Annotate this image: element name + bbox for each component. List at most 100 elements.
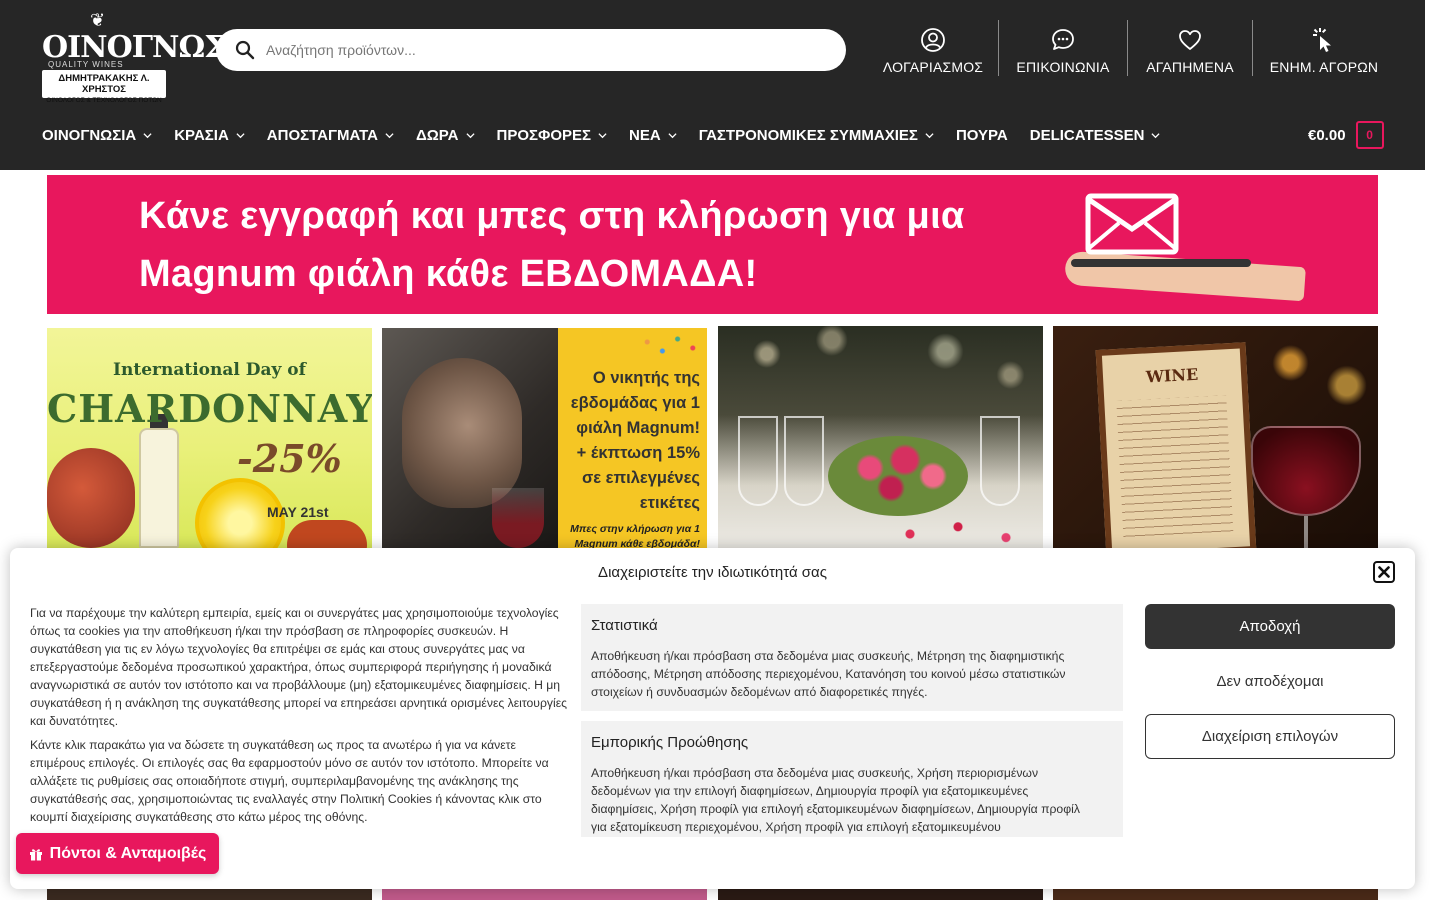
nav-item-offers[interactable]: ΠΡΟΣΦΟΡΕΣ bbox=[497, 127, 608, 144]
tile-bottom-strip bbox=[382, 888, 707, 900]
newsletter-banner[interactable]: Κάνε εγγραφή και μπες στη κλήρωση για μι… bbox=[47, 175, 1378, 314]
consent-category-statistics[interactable]: Στατιστικά Αποθήκευση ή/και πρόσβαση στα… bbox=[581, 604, 1123, 711]
promo-tile-event[interactable] bbox=[718, 326, 1043, 548]
consent-category-marketing[interactable]: Εμπορικής Προώθησης Αποθήκευση ή/και πρό… bbox=[581, 721, 1123, 837]
nav-item-gifts[interactable]: ΔΩΡΑ bbox=[416, 127, 475, 144]
order-tracking-label: ΕΝΗΜ. ΑΓΟΡΩΝ bbox=[1269, 59, 1379, 75]
nav-item-label: ΚΡΑΣΙΑ bbox=[174, 126, 229, 144]
close-button[interactable] bbox=[1373, 561, 1395, 583]
wine-glass-illustration bbox=[738, 416, 778, 506]
wishlist-label: ΑΓΑΠΗΜΕΝΑ bbox=[1146, 59, 1234, 75]
cart-count-badge: 0 bbox=[1355, 121, 1384, 149]
chevron-down-icon bbox=[598, 132, 607, 138]
gift-icon bbox=[29, 848, 42, 860]
nav-item-label: DELICATESSEN bbox=[1029, 126, 1145, 144]
category-description: Αποθήκευση ή/και πρόσβαση στα δεδομένα μ… bbox=[591, 649, 1066, 699]
grapes-icon: ❦ bbox=[90, 10, 106, 30]
tile-bottom-strip bbox=[1053, 888, 1378, 900]
nav-item-label: ΠΟΥΡΑ bbox=[955, 126, 1008, 144]
winner-line: Ο νικητής της bbox=[592, 369, 700, 387]
logo-subtitle: ΟΙΝΟΛΟΓΟΣ & ΤΕΧΝΟΛΟΓΟΣ ΠΟΤΩΝ bbox=[46, 97, 162, 104]
consent-description: Για να παρέχουμε την καλύτερη εμπειρία, … bbox=[30, 604, 570, 832]
promo-tile-weekly-winner[interactable]: Ο νικητής της εβδομάδας για 1 φιάλη Magn… bbox=[382, 328, 707, 548]
consent-paragraph: Για να παρέχουμε την καλύτερη εμπειρία, … bbox=[30, 606, 567, 728]
rewards-button[interactable]: Πόντοι & Ανταμοιβές bbox=[16, 833, 219, 874]
winner-line: σε επιλεγμένες bbox=[581, 469, 700, 487]
tile-title: CHARDONNAY bbox=[47, 386, 372, 431]
nav-item-delicatessen[interactable]: DELICATESSEN bbox=[1030, 127, 1161, 144]
nav-item-label: ΔΩΡΑ bbox=[415, 126, 459, 144]
wine-glass-illustration bbox=[784, 416, 824, 506]
category-title: Εμπορικής Προώθησης bbox=[591, 734, 749, 751]
deny-button[interactable]: Δεν αποδέχομαι bbox=[1145, 659, 1395, 704]
chevron-down-icon bbox=[1151, 132, 1161, 138]
tile-heading: International Day of bbox=[113, 360, 306, 380]
winner-small-line: Μπες στην κλήρωση για 1 bbox=[570, 523, 700, 535]
contact-link[interactable]: ΕΠΙΚΟΙΝΩΝΙΑ bbox=[999, 20, 1127, 76]
search-input[interactable] bbox=[266, 29, 826, 71]
winner-line: + έκπτωση 15% bbox=[576, 444, 700, 462]
nav-item-new[interactable]: ΝΕΑ bbox=[629, 127, 677, 144]
red-wine-glass-illustration bbox=[1251, 426, 1361, 516]
chevron-down-icon bbox=[385, 132, 394, 138]
manage-options-button[interactable]: Διαχείριση επιλογών bbox=[1145, 714, 1395, 759]
account-link[interactable]: ΛΟΓΑΡΙΑΣΜΟΣ bbox=[868, 20, 998, 76]
nav-item-label: ΠΡΟΣΦΟΡΕΣ bbox=[496, 126, 592, 144]
wine-menu-title: WINE bbox=[1145, 364, 1199, 387]
chevron-down-icon bbox=[143, 132, 152, 138]
click-icon bbox=[1313, 28, 1331, 52]
chevron-down-icon bbox=[465, 132, 475, 138]
main-nav: ΟΙΝΟΓΝΩΣΙΑ ΚΡΑΣΙΑ ΑΠΟΣΤΑΓΜΑΤΑ ΔΩΡΑ ΠΡΟΣΦ… bbox=[42, 120, 1182, 150]
tile-date: MAY 21st bbox=[267, 504, 329, 520]
nav-item-oinognosia[interactable]: ΟΙΝΟΓΝΩΣΙΑ bbox=[42, 127, 152, 144]
wine-glass-illustration bbox=[980, 416, 1020, 506]
nav-item-wines[interactable]: ΚΡΑΣΙΑ bbox=[174, 127, 245, 144]
nav-item-label: ΓΑΣΤΡΟΝΟΜΙΚΕΣ ΣΥΜΜΑΧΙΕΣ bbox=[698, 126, 918, 144]
envelope-icon bbox=[1085, 193, 1179, 255]
consent-title: Διαχειριστείτε την ιδιωτικότητά σας bbox=[598, 564, 827, 581]
nav-item-spirits[interactable]: ΑΠΟΣΤΑΓΜΑΤΑ bbox=[267, 127, 394, 144]
winner-line: ετικέτες bbox=[639, 494, 700, 512]
account-label: ΛΟΓΑΡΙΑΣΜΟΣ bbox=[882, 59, 984, 75]
search-bar[interactable] bbox=[216, 29, 846, 71]
passionfruit-illustration bbox=[47, 448, 135, 548]
accept-button[interactable]: Αποδοχή bbox=[1145, 604, 1395, 649]
cart-button[interactable]: €0.00 0 bbox=[1308, 121, 1384, 149]
tile-bottom-strip bbox=[47, 888, 372, 900]
nav-item-cigars[interactable]: ΠΟΥΡΑ bbox=[956, 127, 1008, 144]
wishlist-link[interactable]: ΑΓΑΠΗΜΕΝΑ bbox=[1128, 20, 1252, 76]
consent-paragraph: Κάντε κλικ παρακάτω για να δώσετε τη συγ… bbox=[30, 738, 549, 824]
banner-line-2: Magnum φιάλη κάθε ΕΒΔΟΜΑΔΑ! bbox=[139, 253, 758, 295]
winner-small-line: Magnum κάθε εβδομάδα! bbox=[574, 538, 700, 548]
wine-glass-illustration bbox=[492, 488, 544, 548]
winner-small-text: Μπες στην κλήρωση για 1 Magnum κάθε εβδο… bbox=[558, 522, 700, 548]
winner-line: φιάλη Magnum! bbox=[576, 419, 700, 437]
nav-item-gastronomy[interactable]: ΓΑΣΤΡΟΝΟΜΙΚΕΣ ΣΥΜΜΑΧΙΕΣ bbox=[699, 127, 934, 144]
nav-item-label: ΑΠΟΣΤΑΓΜΑΤΑ bbox=[266, 126, 378, 144]
chevron-down-icon bbox=[925, 132, 934, 138]
tile-bottom-strip bbox=[718, 888, 1043, 900]
nav-item-label: ΟΙΝΟΓΝΩΣΙΑ bbox=[42, 126, 137, 144]
cookie-consent-dialog: Διαχειριστείτε την ιδιωτικότητά σας Για … bbox=[10, 548, 1415, 889]
wine-bottle-illustration bbox=[139, 428, 179, 548]
tile-discount: -25% bbox=[237, 436, 342, 481]
close-icon bbox=[1378, 566, 1390, 578]
site-logo[interactable]: ❦ ΟΙΝΟΓΝΩΣΙΑ QUALITY WINES ΔΗΜΗΤΡΑΚΑΚΗΣ … bbox=[42, 10, 261, 104]
heart-icon bbox=[1179, 30, 1201, 50]
glass-stem bbox=[1304, 516, 1308, 548]
account-icon bbox=[921, 28, 945, 52]
winner-line: εβδομάδας για 1 bbox=[570, 394, 700, 412]
chevron-down-icon bbox=[236, 132, 245, 138]
wine-menu-illustration: WINE bbox=[1095, 342, 1257, 548]
man-tasting-illustration bbox=[402, 358, 522, 508]
flower-bouquet-illustration bbox=[828, 436, 968, 516]
chevron-down-icon bbox=[668, 132, 677, 138]
promo-tile-chardonnay[interactable]: International Day of CHARDONNAY -25% MAY… bbox=[47, 328, 372, 548]
menu-lines bbox=[1116, 395, 1234, 541]
fruit-illustration bbox=[287, 520, 367, 548]
search-icon[interactable] bbox=[235, 40, 255, 60]
order-tracking-link[interactable]: ΕΝΗΜ. ΑΓΟΡΩΝ bbox=[1253, 20, 1395, 76]
promo-tile-wine-menu[interactable]: WINE bbox=[1053, 326, 1378, 548]
header-links: ΛΟΓΑΡΙΑΣΜΟΣ ΕΠΙΚΟΙΝΩΝΙΑ ΑΓΑΠΗΜΕΝΑ ΕΝΗΜ. … bbox=[868, 20, 1395, 76]
category-description: Αποθήκευση ή/και πρόσβαση στα δεδομένα μ… bbox=[591, 766, 1080, 834]
